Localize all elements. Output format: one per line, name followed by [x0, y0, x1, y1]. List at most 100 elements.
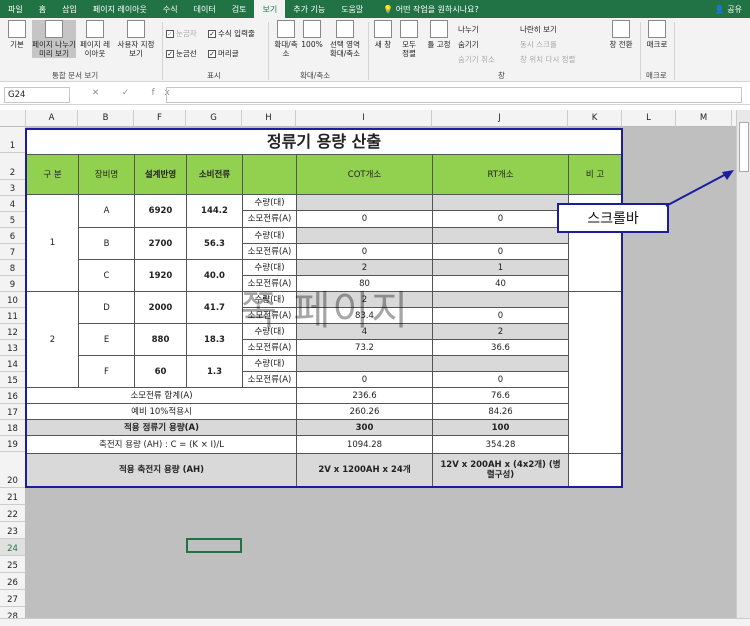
row-header[interactable]: 15	[0, 372, 26, 388]
column-header-m[interactable]: M	[676, 110, 732, 127]
equip-a-name: A	[79, 195, 135, 228]
menu-insert[interactable]: 삽입	[54, 0, 85, 18]
column-headers: A B F G H I J K L M	[0, 110, 736, 127]
qty-label: 수량(대)	[243, 228, 297, 244]
menu-data[interactable]: 데이터	[186, 0, 224, 18]
row-header[interactable]: 18	[0, 420, 26, 436]
column-header-g[interactable]: G	[186, 110, 242, 127]
column-header-f[interactable]: F	[134, 110, 186, 127]
custom-view-button[interactable]: 사용자 지정 보기	[114, 20, 158, 58]
row-header[interactable]: 23	[0, 522, 26, 539]
separator	[268, 22, 269, 80]
row-header[interactable]: 25	[0, 556, 26, 573]
row-header[interactable]: 27	[0, 590, 26, 607]
scrollbar-thumb[interactable]	[739, 122, 749, 172]
zoom-button[interactable]: 확대/축소	[272, 20, 300, 58]
formula-input[interactable]	[166, 87, 742, 103]
new-window-button[interactable]: 새 창	[372, 20, 394, 49]
separator	[162, 22, 163, 80]
formula-bar-checkbox[interactable]: ✓ 수식 입력줄	[208, 28, 255, 39]
equip-e-current: 18.3	[187, 324, 243, 356]
menu-addins[interactable]: 추가 기능	[285, 0, 333, 18]
row-header[interactable]: 12	[0, 324, 26, 340]
row-header[interactable]: 13	[0, 340, 26, 356]
page-break-preview-button[interactable]: 페이지 나누기 미리 보기	[32, 20, 76, 58]
view-side-by-side-button[interactable]: 나란히 보기	[520, 24, 557, 35]
menu-page-layout[interactable]: 페이지 레이아웃	[85, 0, 155, 18]
menu-view[interactable]: 보기	[254, 0, 286, 18]
row-header[interactable]: 6	[0, 228, 26, 244]
column-header-j[interactable]: J	[432, 110, 568, 127]
name-box[interactable]: G24	[4, 87, 70, 103]
row-header[interactable]: 14	[0, 356, 26, 372]
row-header[interactable]: 1	[0, 127, 26, 153]
selected-cell-g24[interactable]	[186, 538, 242, 553]
column-header-i[interactable]: I	[296, 110, 432, 127]
row-header[interactable]: 16	[0, 388, 26, 404]
row-header[interactable]: 10	[0, 292, 26, 308]
select-all-corner[interactable]	[0, 110, 26, 127]
menu-review[interactable]: 검토	[224, 0, 255, 18]
row-header[interactable]: 24	[0, 539, 26, 556]
sync-scroll-button[interactable]: 동시 스크롤	[520, 39, 557, 50]
a-cot-qty	[297, 195, 433, 211]
f-cot-current: 0	[297, 372, 433, 388]
hide-button[interactable]: 숨기기	[458, 39, 479, 50]
row-header[interactable]: 17	[0, 404, 26, 420]
row-header[interactable]: 9	[0, 276, 26, 292]
ruler-checkbox[interactable]: ✓ 눈금자	[166, 28, 197, 39]
qty-label: 수량(대)	[243, 260, 297, 276]
f-rt-current: 0	[433, 372, 569, 388]
row-header[interactable]: 22	[0, 505, 26, 522]
share-button[interactable]: 👤 공유	[707, 0, 750, 18]
split-button[interactable]: 나누기	[458, 24, 479, 35]
row-header[interactable]: 8	[0, 260, 26, 276]
row-header[interactable]: 4	[0, 196, 26, 212]
switch-window-button[interactable]: 창 전환	[606, 20, 636, 49]
note-cell	[569, 292, 621, 454]
e-cot-current: 73.2	[297, 340, 433, 356]
column-header-l[interactable]: L	[622, 110, 676, 127]
vertical-scrollbar[interactable]	[736, 110, 750, 626]
row-header[interactable]: 5	[0, 212, 26, 228]
lightbulb-icon: 💡	[383, 4, 396, 14]
row-header[interactable]: 2	[0, 153, 26, 180]
row-header[interactable]: 20	[0, 452, 26, 488]
tell-me-search[interactable]: 💡 어떤 작업을 원하시나요?	[375, 0, 486, 18]
show-group-label: 표시	[207, 71, 221, 80]
zoom-selection-button[interactable]: 선택 영역 확대/축소	[326, 20, 364, 58]
row-header[interactable]: 11	[0, 308, 26, 324]
row-header[interactable]: 3	[0, 180, 26, 196]
macro-button[interactable]: 매크로	[644, 20, 670, 49]
c-rt-current: 40	[433, 276, 569, 292]
column-header-h[interactable]: H	[242, 110, 296, 127]
row-header[interactable]: 26	[0, 573, 26, 590]
a-rt-current: 0	[433, 211, 569, 228]
menu-file[interactable]: 파일	[0, 0, 31, 18]
row-header[interactable]: 21	[0, 488, 26, 505]
f-rt-qty	[433, 356, 569, 372]
column-header-k[interactable]: K	[568, 110, 622, 127]
normal-view-icon	[8, 20, 26, 38]
normal-view-button[interactable]: 기본	[4, 20, 30, 49]
column-header-a[interactable]: A	[26, 110, 78, 127]
separator	[640, 22, 641, 80]
reset-window-button[interactable]: 창 위치 다시 정렬	[520, 54, 575, 65]
freeze-panes-button[interactable]: 틀 고정	[424, 20, 454, 49]
zoom-100-button[interactable]: 100%	[301, 20, 323, 49]
headings-checkbox[interactable]: ✓ 머리글	[208, 48, 239, 59]
group-2-label: 2	[27, 292, 79, 388]
menu-formulas[interactable]: 수식	[155, 0, 186, 18]
unhide-button[interactable]: 숨기기 취소	[458, 54, 495, 65]
gridlines-checkbox[interactable]: ✓ 눈금선	[166, 48, 197, 59]
row-header[interactable]: 19	[0, 436, 26, 452]
arrange-all-button[interactable]: 모두 정렬	[398, 20, 420, 58]
equip-a-current: 144.2	[187, 195, 243, 228]
row-header[interactable]: 7	[0, 244, 26, 260]
menu-help[interactable]: 도움말	[333, 0, 371, 18]
column-header-b[interactable]: B	[78, 110, 134, 127]
page-layout-button[interactable]: 페이지 레이아웃	[80, 20, 110, 58]
current-label: 소모전류(A)	[243, 211, 297, 228]
menu-home[interactable]: 홈	[31, 0, 54, 18]
equip-e-name: E	[79, 324, 135, 356]
